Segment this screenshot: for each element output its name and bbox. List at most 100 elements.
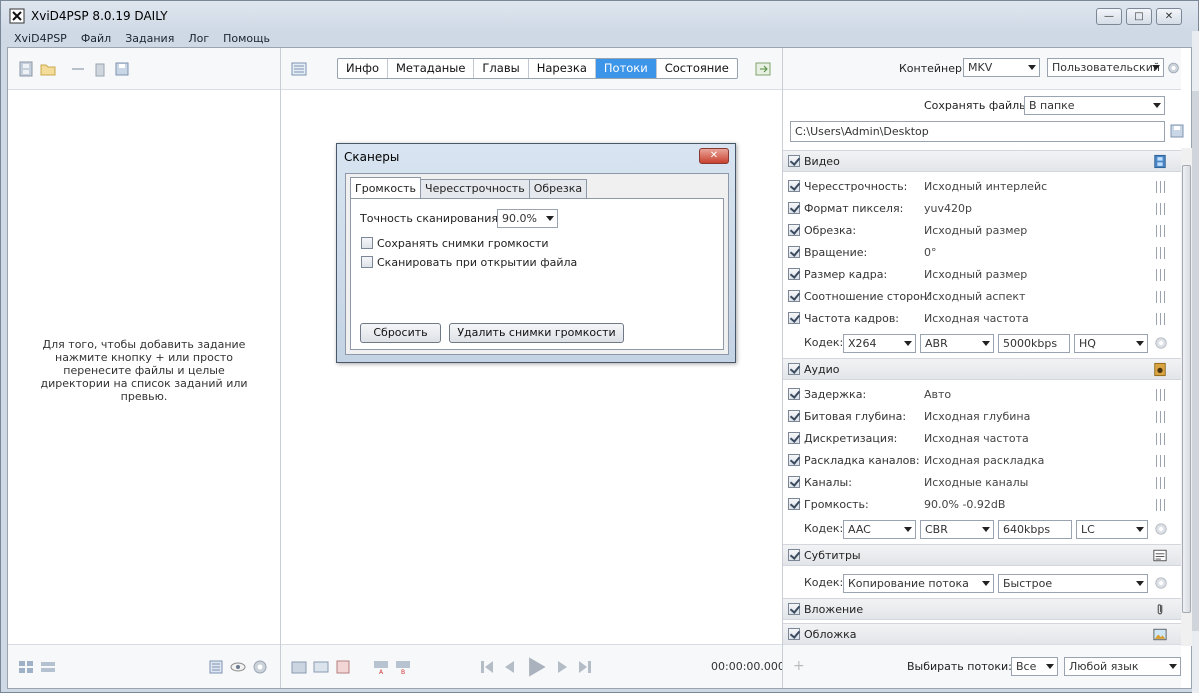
menu-help[interactable]: Помощь <box>216 31 277 46</box>
attachments-section-header[interactable]: Вложение <box>783 598 1181 620</box>
folder-open-icon[interactable] <box>40 61 56 77</box>
tab-chapters[interactable]: Главы <box>474 59 529 78</box>
setting-checkbox[interactable] <box>788 388 800 400</box>
minimize-button[interactable]: — <box>1096 8 1122 25</box>
adjust-slider-icon[interactable] <box>1155 313 1168 325</box>
video-bitrate-stepper[interactable]: 5000kbps <box>998 334 1070 353</box>
container-select[interactable]: MKV <box>963 58 1040 77</box>
tab-volume[interactable]: Громкость <box>350 177 422 198</box>
setting-checkbox[interactable] <box>788 432 800 444</box>
attachments-checkbox[interactable] <box>788 603 800 615</box>
adjust-slider-icon[interactable] <box>1155 499 1168 511</box>
tiles-icon[interactable] <box>40 659 56 675</box>
skip-forward-icon[interactable] <box>577 659 593 675</box>
audio-checkbox[interactable] <box>788 363 800 375</box>
close-window-button[interactable]: ✕ <box>1156 8 1182 25</box>
save-snapshots-checkbox[interactable] <box>361 237 373 249</box>
menu-file[interactable]: Файл <box>74 31 118 46</box>
tab-crop[interactable]: Обрезка <box>528 179 588 198</box>
subtitles-codec-select[interactable]: Копирование потока <box>843 574 994 593</box>
frame-icon[interactable] <box>335 659 351 675</box>
adjust-slider-icon[interactable] <box>1155 269 1168 281</box>
video-codec-gear-icon[interactable] <box>1154 335 1168 351</box>
save-icon[interactable] <box>114 61 130 77</box>
profile-select[interactable]: Пользовательский <box>1047 58 1164 77</box>
adjust-slider-icon[interactable] <box>1155 247 1168 259</box>
remove-icon[interactable] <box>70 61 86 77</box>
setting-checkbox[interactable] <box>788 498 800 510</box>
eye-icon[interactable] <box>230 659 246 675</box>
save-path-icon[interactable] <box>1169 123 1185 139</box>
step-forward-icon[interactable] <box>555 659 571 675</box>
cover-checkbox[interactable] <box>788 628 800 640</box>
settings-scrollbar[interactable] <box>1181 148 1192 646</box>
setting-checkbox[interactable] <box>788 454 800 466</box>
adjust-slider-icon[interactable] <box>1155 433 1168 445</box>
video-section-header[interactable]: Видео <box>783 150 1181 172</box>
adjust-slider-icon[interactable] <box>1155 455 1168 467</box>
language-select[interactable]: Любой язык <box>1064 657 1181 676</box>
adjust-slider-icon[interactable] <box>1155 291 1168 303</box>
list-view-icon[interactable] <box>291 61 307 77</box>
settings-scroll-thumb[interactable] <box>1182 165 1191 613</box>
setting-checkbox[interactable] <box>788 410 800 422</box>
adjust-slider-icon[interactable] <box>1155 389 1168 401</box>
tab-interlace[interactable]: Чересстрочность <box>420 179 530 198</box>
setting-checkbox[interactable] <box>788 476 800 488</box>
snapshot-icon[interactable] <box>291 659 307 675</box>
setting-checkbox[interactable] <box>788 202 800 214</box>
mark-a-icon[interactable]: A <box>373 659 389 675</box>
scan-on-open-option[interactable]: Сканировать при открытии файла <box>361 256 577 269</box>
setting-checkbox[interactable] <box>788 312 800 324</box>
adjust-slider-icon[interactable] <box>1155 181 1168 193</box>
trash-icon[interactable] <box>92 61 108 77</box>
setting-checkbox[interactable] <box>788 290 800 302</box>
reset-button[interactable]: Сбросить <box>360 323 441 343</box>
setting-checkbox[interactable] <box>788 268 800 280</box>
save-snapshots-option[interactable]: Сохранять снимки громкости <box>361 237 549 250</box>
tab-streams[interactable]: Потоки <box>595 59 657 78</box>
audio-codec-select[interactable]: AAC <box>843 520 916 539</box>
accuracy-select[interactable]: 90.0% <box>497 209 558 228</box>
adjust-slider-icon[interactable] <box>1155 203 1168 215</box>
audio-mode-select[interactable]: CBR <box>920 520 994 539</box>
tab-trim[interactable]: Нарезка <box>529 59 596 78</box>
profile-gear-icon[interactable] <box>1167 60 1180 76</box>
streams-select[interactable]: Все <box>1011 657 1058 676</box>
adjust-slider-icon[interactable] <box>1155 225 1168 237</box>
tab-metadata[interactable]: Метаданые <box>388 59 475 78</box>
gear-icon[interactable] <box>252 659 268 675</box>
menu-tasks[interactable]: Задания <box>118 31 181 46</box>
adjust-slider-icon[interactable] <box>1155 477 1168 489</box>
tab-status[interactable]: Состояние <box>657 59 737 78</box>
dialog-close-button[interactable]: ✕ <box>699 148 729 164</box>
menu-log[interactable]: Лог <box>181 31 216 46</box>
subtitles-checkbox[interactable] <box>788 549 800 561</box>
mark-b-icon[interactable]: B <box>395 659 411 675</box>
save-files-select[interactable]: В папке <box>1024 96 1165 115</box>
scan-icon[interactable] <box>313 659 329 675</box>
audio-profile-select[interactable]: LC <box>1076 520 1148 539</box>
setting-checkbox[interactable] <box>788 246 800 258</box>
video-checkbox[interactable] <box>788 155 800 167</box>
setting-checkbox[interactable] <box>788 224 800 236</box>
add-stream-icon[interactable]: + <box>793 658 805 674</box>
subtitles-gear-icon[interactable] <box>1154 575 1168 591</box>
play-icon[interactable] <box>525 656 547 678</box>
window-scrollbar[interactable] <box>1192 31 1199 693</box>
setting-checkbox[interactable] <box>788 180 800 192</box>
video-mode-select[interactable]: ABR <box>920 334 994 353</box>
audio-section-header[interactable]: Аудио <box>783 358 1181 380</box>
film-icon[interactable] <box>18 61 34 77</box>
tab-info[interactable]: Инфо <box>338 59 388 78</box>
subtitles-section-header[interactable]: Субтитры <box>783 544 1181 566</box>
video-preset-select[interactable]: HQ <box>1074 334 1148 353</box>
maximize-button[interactable]: □ <box>1126 8 1152 25</box>
grid-icon[interactable] <box>18 659 34 675</box>
video-codec-select[interactable]: X264 <box>843 334 916 353</box>
list-icon[interactable] <box>208 659 224 675</box>
export-icon[interactable] <box>755 61 771 77</box>
adjust-slider-icon[interactable] <box>1155 411 1168 423</box>
window-scroll-thumb[interactable] <box>1192 91 1199 631</box>
scan-on-open-checkbox[interactable] <box>361 256 373 268</box>
